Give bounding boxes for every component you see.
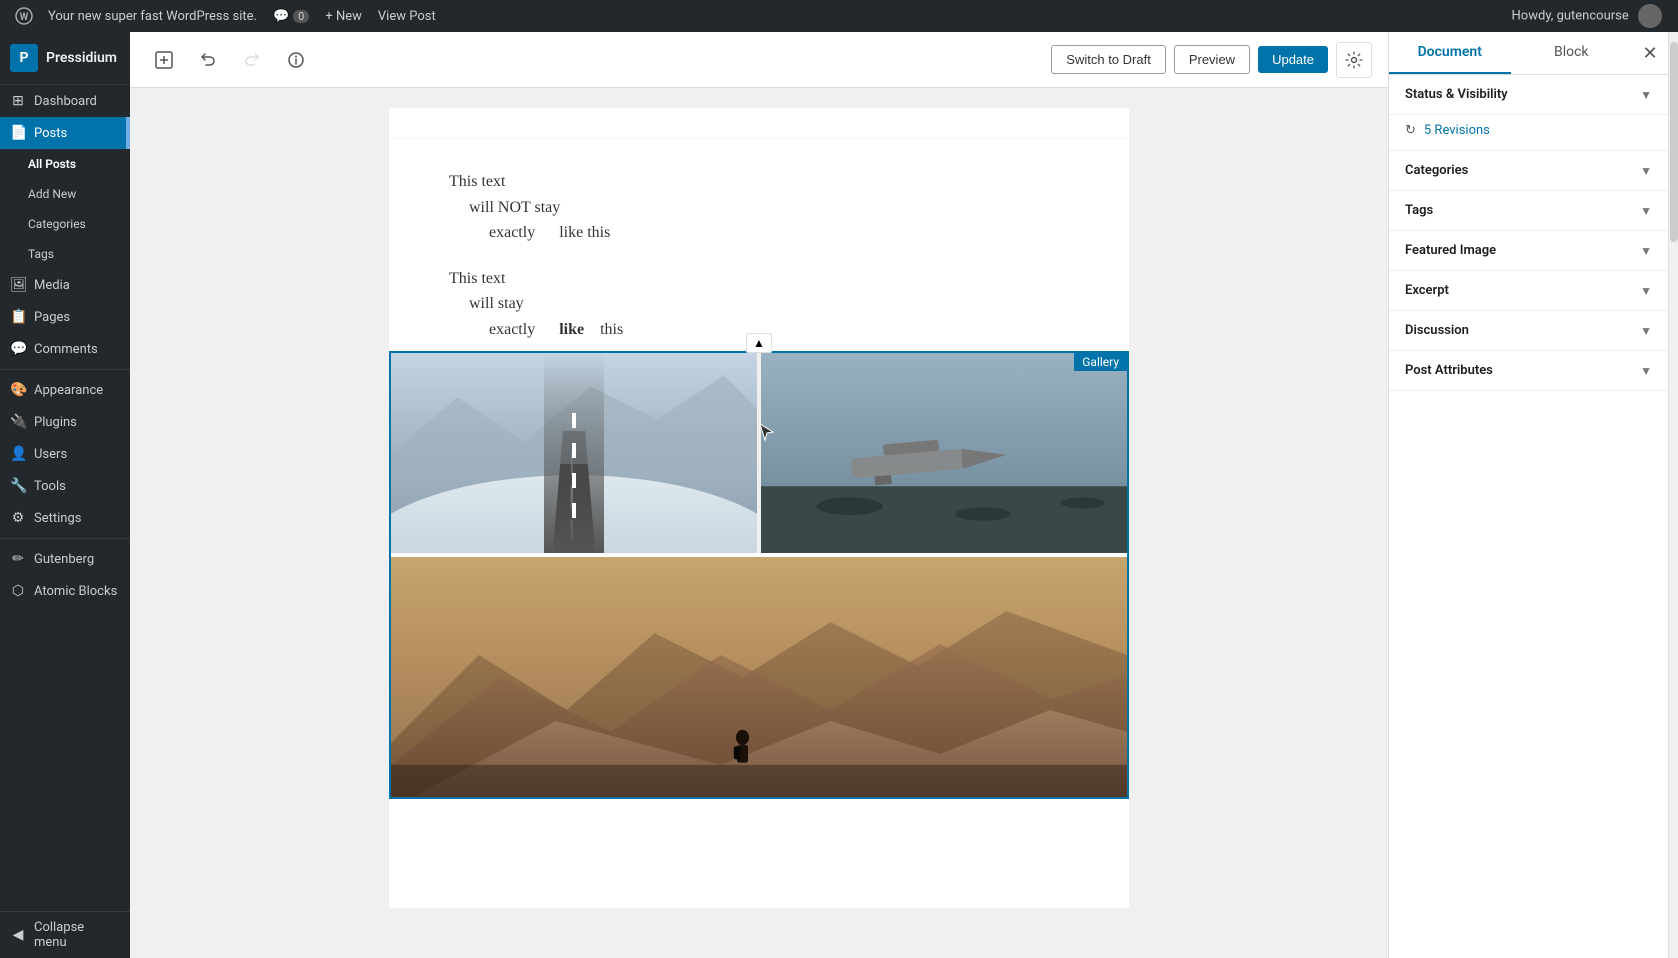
view-post-link[interactable]: View Post bbox=[370, 0, 444, 32]
new-content-link[interactable]: + New bbox=[317, 0, 370, 32]
preview-button[interactable]: Preview bbox=[1174, 45, 1250, 74]
undo-button[interactable] bbox=[190, 42, 226, 78]
comments-link[interactable]: 💬 0 bbox=[265, 0, 317, 32]
sidebar-item-atomic-blocks[interactable]: ⬡ Atomic Blocks bbox=[0, 575, 130, 607]
panel-section-post-attributes: Post Attributes ▼ bbox=[1389, 351, 1668, 391]
atomic-blocks-icon: ⬡ bbox=[10, 583, 26, 599]
site-name[interactable]: Your new super fast WordPress site. bbox=[40, 0, 265, 32]
post-attributes-chevron-icon: ▼ bbox=[1640, 364, 1652, 378]
add-block-button[interactable] bbox=[146, 42, 182, 78]
panel-section-tags: Tags ▼ bbox=[1389, 191, 1668, 231]
gallery-image-3[interactable] bbox=[391, 557, 1127, 797]
sidebar-item-collapse[interactable]: ◀ Collapse menu bbox=[0, 912, 130, 958]
dashboard-icon: ⊞ bbox=[10, 93, 26, 109]
tools-icon: 🔧 bbox=[10, 478, 26, 494]
categories-header[interactable]: Categories ▼ bbox=[1389, 151, 1668, 190]
sidebar-item-posts[interactable]: 📄 Posts bbox=[0, 117, 130, 149]
revisions-clock-icon: ↻ bbox=[1405, 123, 1416, 138]
panel-section-excerpt: Excerpt ▼ bbox=[1389, 271, 1668, 311]
sidebar-item-pages[interactable]: 📋 Pages bbox=[0, 301, 130, 333]
brand-logo: P Pressidium bbox=[0, 32, 130, 85]
featured-image-header[interactable]: Featured Image ▼ bbox=[1389, 231, 1668, 270]
panel-section-revisions: ↻ 5 Revisions bbox=[1389, 115, 1668, 151]
text-block-1-line2: will NOT stay bbox=[469, 195, 1069, 221]
categories-chevron-icon: ▼ bbox=[1640, 164, 1652, 178]
sidebar-item-tags[interactable]: Tags bbox=[0, 239, 130, 269]
right-panel-scrollbar-thumb[interactable] bbox=[1670, 42, 1678, 242]
text-block-2-line2: will stay bbox=[469, 291, 1069, 317]
settings-icon: ⚙ bbox=[10, 510, 26, 526]
panel-content: Status & Visibility ▼ ↻ 5 Revisions Cate… bbox=[1389, 75, 1668, 958]
wp-logo-icon[interactable]: W bbox=[8, 0, 40, 32]
right-panel-scrollbar[interactable] bbox=[1668, 32, 1678, 958]
brand-icon: P bbox=[10, 44, 38, 72]
sidebar-item-all-posts[interactable]: All Posts bbox=[0, 149, 130, 179]
status-chevron-icon: ▼ bbox=[1640, 88, 1652, 102]
sidebar-item-categories[interactable]: Categories bbox=[0, 209, 130, 239]
featured-image-chevron-icon: ▼ bbox=[1640, 244, 1652, 258]
text-block-2-line1: This text bbox=[449, 266, 1069, 292]
text-block-1[interactable]: This text will NOT stay exactly like thi… bbox=[449, 169, 1069, 246]
media-icon: 🖼 bbox=[10, 277, 26, 293]
excerpt-header[interactable]: Excerpt ▼ bbox=[1389, 271, 1668, 310]
gallery-image-2[interactable] bbox=[761, 353, 1127, 553]
sidebar-item-add-new[interactable]: Add New bbox=[0, 179, 130, 209]
panel-section-discussion: Discussion ▼ bbox=[1389, 311, 1668, 351]
sidebar-item-tools[interactable]: 🔧 Tools bbox=[0, 470, 130, 502]
comments-icon: 💬 bbox=[10, 341, 26, 357]
editor-canvas: This text will NOT stay exactly like thi… bbox=[389, 108, 1129, 908]
gutenberg-icon: ✏ bbox=[10, 551, 26, 567]
text-block-2-line3: exactly like this bbox=[489, 317, 1069, 343]
settings-button[interactable] bbox=[1336, 42, 1372, 78]
posts-icon: 📄 bbox=[10, 125, 26, 141]
revisions-link[interactable]: ↻ 5 Revisions bbox=[1389, 115, 1668, 150]
collapse-icon: ◀ bbox=[10, 927, 26, 943]
info-button[interactable] bbox=[278, 42, 314, 78]
gallery-label: Gallery bbox=[1074, 353, 1127, 371]
gallery-image-1[interactable] bbox=[391, 353, 757, 553]
tags-chevron-icon: ▼ bbox=[1640, 204, 1652, 218]
publish-button[interactable]: Update bbox=[1258, 46, 1328, 73]
svg-text:W: W bbox=[20, 12, 29, 23]
panel-section-status: Status & Visibility ▼ bbox=[1389, 75, 1668, 115]
sidebar-item-settings[interactable]: ⚙ Settings bbox=[0, 502, 130, 534]
text-block-2[interactable]: This text will stay exactly like this bbox=[449, 266, 1069, 343]
redo-button[interactable] bbox=[234, 42, 270, 78]
tags-header[interactable]: Tags ▼ bbox=[1389, 191, 1668, 230]
discussion-chevron-icon: ▼ bbox=[1640, 324, 1652, 338]
pages-icon: 📋 bbox=[10, 309, 26, 325]
discussion-header[interactable]: Discussion ▼ bbox=[1389, 311, 1668, 350]
howdy-text: Howdy, gutencourse bbox=[1504, 4, 1670, 28]
sidebar-item-gutenberg[interactable]: ✏ Gutenberg bbox=[0, 543, 130, 575]
sidebar-item-comments[interactable]: 💬 Comments bbox=[0, 333, 130, 365]
panel-section-categories: Categories ▼ bbox=[1389, 151, 1668, 191]
gallery-top-grid bbox=[391, 353, 1127, 553]
sidebar-item-media[interactable]: 🖼 Media bbox=[0, 269, 130, 301]
gallery-move-up-button[interactable]: ▲ bbox=[746, 333, 772, 353]
excerpt-chevron-icon: ▼ bbox=[1640, 284, 1652, 298]
comment-bubble-icon: 💬 bbox=[273, 9, 289, 24]
tab-block[interactable]: Block bbox=[1511, 32, 1633, 74]
sidebar-item-dashboard[interactable]: ⊞ Dashboard bbox=[0, 85, 130, 117]
panel-tabs: Document Block ✕ bbox=[1389, 32, 1668, 75]
panel-close-button[interactable]: ✕ bbox=[1632, 35, 1668, 71]
sidebar-item-users[interactable]: 👤 Users bbox=[0, 438, 130, 470]
panel-section-featured-image: Featured Image ▼ bbox=[1389, 231, 1668, 271]
plugins-icon: 🔌 bbox=[10, 414, 26, 430]
switch-to-draft-button[interactable]: Switch to Draft bbox=[1051, 45, 1166, 74]
gallery-block[interactable]: Gallery ▲ bbox=[389, 351, 1129, 799]
tab-document[interactable]: Document bbox=[1389, 32, 1511, 74]
text-block-1-line3: exactly like this bbox=[489, 220, 610, 246]
post-attributes-header[interactable]: Post Attributes ▼ bbox=[1389, 351, 1668, 390]
sidebar-item-plugins[interactable]: 🔌 Plugins bbox=[0, 406, 130, 438]
appearance-icon: 🎨 bbox=[10, 382, 26, 398]
users-icon: 👤 bbox=[10, 446, 26, 462]
status-visibility-header[interactable]: Status & Visibility ▼ bbox=[1389, 75, 1668, 114]
text-block-1-line1: This text bbox=[449, 169, 1069, 195]
sidebar-item-appearance[interactable]: 🎨 Appearance bbox=[0, 374, 130, 406]
